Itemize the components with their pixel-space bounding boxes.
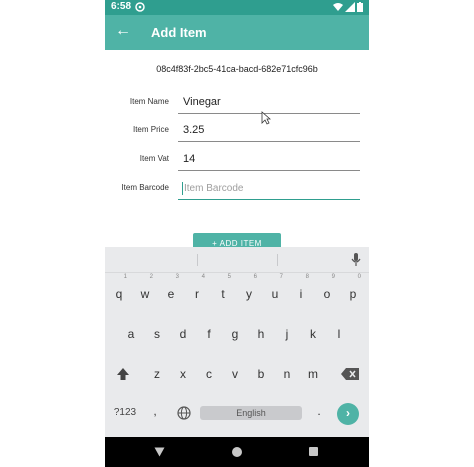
key-r[interactable]: 4r xyxy=(187,274,207,306)
key-h[interactable]: h xyxy=(251,322,271,346)
notification-icon xyxy=(135,2,145,12)
key-f[interactable]: f xyxy=(199,322,219,346)
status-time: 6:58 xyxy=(111,1,132,12)
space-key[interactable]: English xyxy=(200,406,302,420)
phone-screen: 6:58 ← Add Item 08c4f83f-2bc5-41ca-bacd-… xyxy=(105,0,369,467)
page-title: Add Item xyxy=(151,25,207,40)
back-arrow-icon[interactable]: ← xyxy=(115,22,131,40)
item-vat-input[interactable]: 14 xyxy=(178,150,360,171)
item-price-row: Item Price 3.25 xyxy=(105,121,369,143)
nav-home-icon[interactable] xyxy=(232,447,242,457)
mouse-pointer-icon xyxy=(261,111,271,125)
enter-key[interactable]: › xyxy=(337,403,359,425)
key-c[interactable]: c xyxy=(199,362,219,386)
signal-icon xyxy=(345,2,355,12)
nav-recents-icon[interactable] xyxy=(309,447,318,456)
key-l[interactable]: l xyxy=(329,322,349,346)
soft-keyboard: 1q 2w 3e 4r 5t 6y 7u 8i 9o 0p a s d f g … xyxy=(105,247,369,437)
item-barcode-label: Item Barcode xyxy=(121,183,169,192)
backspace-icon[interactable] xyxy=(341,368,359,380)
nav-back-icon[interactable] xyxy=(154,447,165,457)
item-name-label: Item Name xyxy=(129,97,169,106)
key-s[interactable]: s xyxy=(147,322,167,346)
key-i[interactable]: 8i xyxy=(291,274,311,306)
item-vat-row: Item Vat 14 xyxy=(105,150,369,172)
key-k[interactable]: k xyxy=(303,322,323,346)
key-t[interactable]: 5t xyxy=(213,274,233,306)
key-z[interactable]: z xyxy=(147,362,167,386)
suggestion-divider xyxy=(277,254,278,266)
suggestion-strip xyxy=(105,247,369,273)
app-bar: ← Add Item xyxy=(105,15,369,50)
key-p[interactable]: 0p xyxy=(343,274,363,306)
shift-icon[interactable] xyxy=(115,366,131,382)
key-period[interactable]: . xyxy=(309,399,329,423)
key-e[interactable]: 3e xyxy=(161,274,181,306)
key-a[interactable]: a xyxy=(121,322,141,346)
item-barcode-row: Item Barcode Item Barcode xyxy=(105,179,369,201)
microphone-icon[interactable] xyxy=(351,253,361,267)
status-bar: 6:58 xyxy=(105,0,369,15)
item-name-row: Item Name Vinegar xyxy=(105,93,369,115)
text-cursor xyxy=(182,182,183,195)
navigation-bar xyxy=(105,437,369,467)
key-m[interactable]: m xyxy=(303,362,323,386)
item-price-value: 3.25 xyxy=(183,124,205,136)
key-d[interactable]: d xyxy=(173,322,193,346)
key-y[interactable]: 6y xyxy=(239,274,259,306)
key-j[interactable]: j xyxy=(277,322,297,346)
battery-icon xyxy=(357,2,363,12)
key-comma[interactable]: , xyxy=(145,399,165,423)
item-price-label: Item Price xyxy=(132,125,169,134)
arrow-right-icon: › xyxy=(346,406,350,420)
item-name-value: Vinegar xyxy=(183,96,221,108)
key-g[interactable]: g xyxy=(225,322,245,346)
key-v[interactable]: v xyxy=(225,362,245,386)
item-vat-label: Item Vat xyxy=(139,154,169,163)
key-u[interactable]: 7u xyxy=(265,274,285,306)
item-vat-value: 14 xyxy=(183,153,196,165)
key-b[interactable]: b xyxy=(251,362,271,386)
globe-icon[interactable] xyxy=(177,406,191,420)
symbols-key[interactable]: ?123 xyxy=(111,407,139,418)
wifi-icon xyxy=(333,3,343,11)
key-x[interactable]: x xyxy=(173,362,193,386)
key-w[interactable]: 2w xyxy=(135,274,155,306)
item-barcode-placeholder: Item Barcode xyxy=(184,183,244,194)
suggestion-divider xyxy=(197,254,198,266)
item-id-text: 08c4f83f-2bc5-41ca-bacd-682e71cfc96b xyxy=(156,64,318,74)
key-q[interactable]: 1q xyxy=(109,274,129,306)
key-n[interactable]: n xyxy=(277,362,297,386)
item-barcode-input[interactable]: Item Barcode xyxy=(178,179,360,200)
key-o[interactable]: 9o xyxy=(317,274,337,306)
